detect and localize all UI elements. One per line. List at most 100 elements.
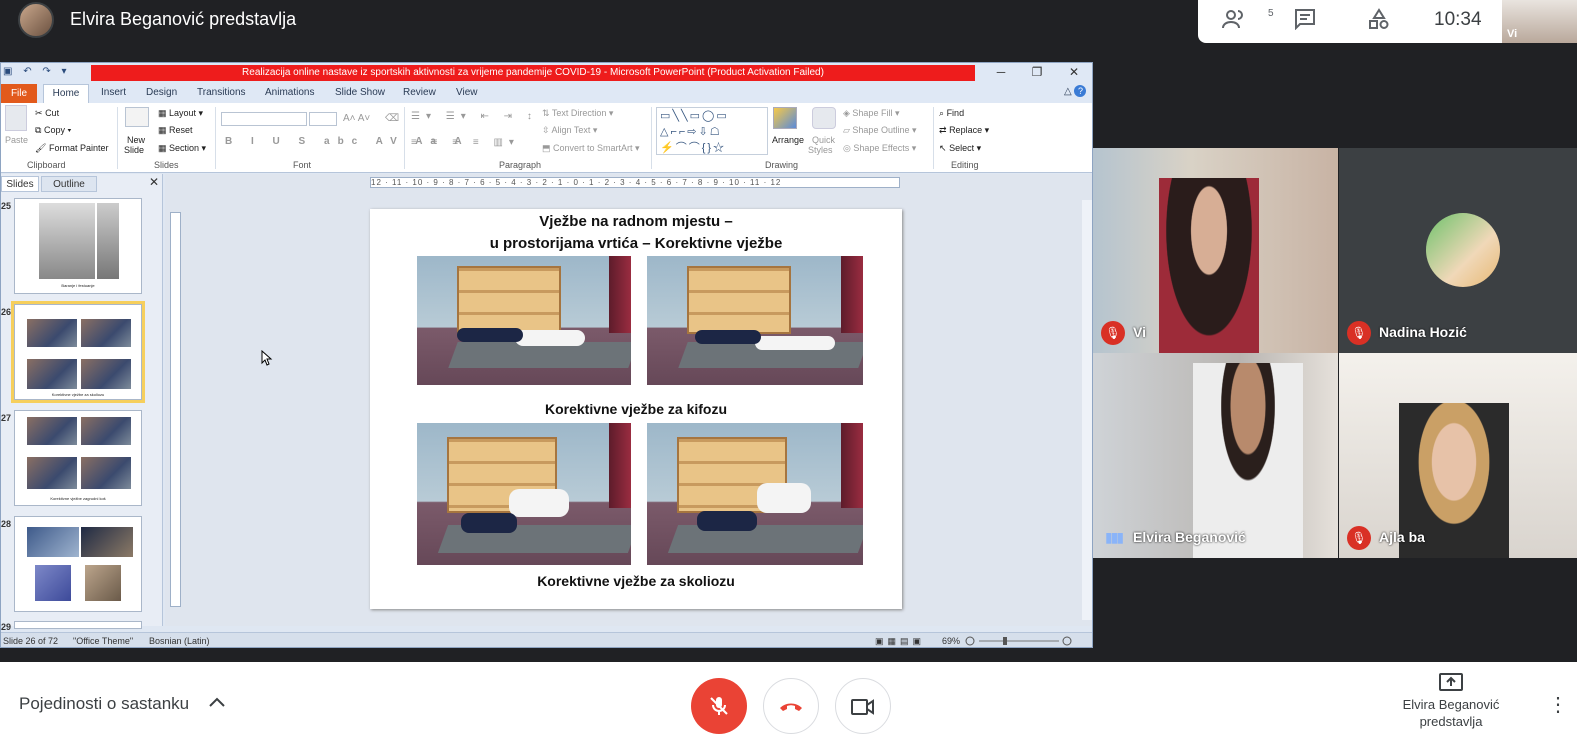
new-slide-label2[interactable]: Slide [124, 145, 144, 155]
speaking-indicator-icon: ▮▮▮ [1105, 529, 1124, 545]
participant-name: Ajla ba [1379, 529, 1425, 545]
ribbon-divider [933, 107, 934, 169]
thumb-caption: Korektivne vježbe za skoliozu [51, 392, 105, 397]
shape-fill-button[interactable]: ◈ Shape Fill ▾ [843, 108, 899, 119]
horizontal-ruler: 12 · 11 · 10 · 9 · 8 · 7 · 6 · 5 · 4 · 3… [370, 177, 900, 188]
meeting-details-button[interactable]: Pojedinosti o sastanku [19, 694, 189, 714]
top-bar: Elvira Beganović predstavlja 5 10:34 Vi [0, 0, 1577, 56]
text-direction-button[interactable]: ⇅ Text Direction ▾ [542, 108, 613, 119]
tab-slide-show[interactable]: Slide Show [335, 87, 385, 98]
shapes-gallery[interactable]: ▭╲╲▭◯▭ △⌐⌐⇨⇩☖ ⚡⌒⌒{}☆ [656, 107, 768, 155]
close-panel-icon[interactable]: ✕ [149, 175, 159, 189]
participant-tile[interactable]: ▮▮▮ Elvira Beganović [1093, 353, 1338, 558]
tab-insert[interactable]: Insert [101, 87, 126, 98]
tab-view[interactable]: View [456, 87, 478, 98]
ribbon-divider [117, 107, 118, 169]
zoom-slider[interactable] [965, 636, 1075, 646]
slide-thumbnail-selected[interactable]: Korektivne vježbe za skoliozu [11, 301, 145, 403]
list-icons[interactable]: ☰▾ ☰▾ ⇤ ⇥ ↕ [411, 111, 538, 122]
slide-thumbnail[interactable] [14, 516, 142, 612]
tab-transitions[interactable]: Transitions [197, 87, 246, 98]
new-slide-label[interactable]: New [127, 135, 145, 145]
video-camera-icon [851, 699, 874, 715]
reset-label: Reset [169, 125, 193, 135]
thumb-number: 29 [1, 622, 12, 632]
brush-icon: 🖌 [35, 143, 47, 153]
find-button[interactable]: ⌕ Find [939, 108, 964, 119]
align-text-button[interactable]: ⇳ Align Text ▾ [542, 125, 597, 136]
present-now-button[interactable]: Elvira Beganović predstavlja [1395, 672, 1507, 730]
tab-home[interactable]: Home [43, 84, 89, 103]
quick-access-toolbar[interactable]: ▣ ↶ ↷ ▾ [3, 66, 71, 77]
people-button[interactable]: 5 [1222, 8, 1274, 34]
self-preview[interactable]: Vi [1502, 0, 1577, 43]
cut-button[interactable]: ✂ Cut [35, 108, 59, 119]
shape-effects-button[interactable]: ◎ Shape Effects ▾ [843, 143, 916, 154]
arrange-button[interactable]: Arrange [772, 135, 804, 145]
slide-thumbnail[interactable]: Korektivne vježbe zagrudni koš [14, 410, 142, 506]
format-painter-button[interactable]: 🖌 Format Painter [35, 143, 108, 154]
participant-tile[interactable]: 🎙 Vi [1093, 148, 1338, 353]
convert-smartart-button[interactable]: ⬒ Convert to SmartArt ▾ [542, 143, 640, 154]
activities-button[interactable] [1368, 8, 1390, 34]
align-icons[interactable]: ≡ ≡ ≡ ≡ ▥▾ [411, 137, 520, 148]
replace-button[interactable]: ⇄ Replace ▾ [939, 125, 989, 136]
status-bar: Slide 26 of 72 "Office Theme" Bosnian (L… [1, 632, 1092, 647]
minimize-icon[interactable]: ─ [986, 65, 1016, 79]
ribbon-tabs: File Home Insert Design Transitions Anim… [1, 83, 1092, 103]
tab-outline[interactable]: Outline [41, 176, 97, 192]
select-button[interactable]: ↖ Select ▾ [939, 143, 981, 154]
shape-effects-label: Shape Effects [853, 143, 910, 153]
participant-tile[interactable]: 🎙 Nadina Hozić [1339, 148, 1577, 353]
shape-outline-button[interactable]: ▱ Shape Outline ▾ [843, 125, 917, 136]
slide-thumbnail[interactable] [14, 621, 142, 629]
tab-animations[interactable]: Animations [265, 87, 314, 98]
chat-button[interactable] [1294, 8, 1316, 34]
copy-button[interactable]: ⧉ Copy ▾ [35, 125, 71, 136]
ppt-window-title: Realizacija online nastave iz sportskih … [91, 65, 975, 81]
hang-up-icon [780, 703, 802, 711]
quick-styles-icon[interactable] [812, 107, 836, 129]
exercise-photo [417, 256, 631, 385]
ribbon-divider [651, 107, 652, 169]
mic-toggle-button[interactable] [691, 678, 747, 734]
font-name-input[interactable] [221, 112, 307, 126]
chat-icon [1295, 9, 1315, 31]
slide-thumbnail[interactable]: Baranje i festuanje [14, 198, 142, 294]
slides-panel-scrollbar[interactable] [147, 194, 159, 624]
arrange-icon[interactable] [773, 107, 797, 129]
editor-scrollbar[interactable] [1082, 200, 1092, 620]
paste-button[interactable]: Paste [5, 135, 28, 145]
camera-toggle-button[interactable] [835, 678, 891, 734]
quick-styles-label2[interactable]: Styles [808, 145, 833, 155]
reset-button[interactable]: ▦ Reset [158, 125, 193, 136]
current-slide[interactable]: Vježbe na radnom mjestu – u prostorijama… [370, 209, 902, 609]
quick-styles-label[interactable]: Quick [812, 135, 835, 145]
thumb-photo [27, 527, 79, 557]
participant-tile[interactable]: 🎙 Ajla ba [1339, 353, 1577, 558]
exercise-photo [647, 256, 863, 385]
restore-icon[interactable]: ❐ [1022, 65, 1052, 79]
new-slide-icon[interactable] [125, 107, 149, 127]
chevron-up-icon[interactable] [208, 692, 226, 713]
layout-button[interactable]: ▦ Layout ▾ [158, 108, 203, 119]
grow-font-icon[interactable]: A˄ A˅ [343, 113, 370, 124]
help-icon[interactable]: △ ? [1064, 85, 1087, 97]
thumb-photo [81, 319, 131, 347]
tab-review[interactable]: Review [403, 87, 436, 98]
tab-slides[interactable]: Slides [1, 176, 39, 192]
font-size-input[interactable] [309, 112, 337, 126]
top-right-panel: 5 10:34 Vi [1198, 0, 1577, 43]
thumb-photo [27, 359, 77, 389]
clear-format-icon[interactable]: ⌫ [385, 113, 399, 124]
replace-icon: ⇄ [939, 125, 947, 135]
more-options-icon[interactable]: ⋮ [1548, 692, 1568, 717]
tab-design[interactable]: Design [146, 87, 177, 98]
tab-file[interactable]: File [1, 84, 37, 103]
end-call-button[interactable] [763, 678, 819, 734]
editing-group-label: Editing [951, 160, 979, 170]
section-button[interactable]: ▦ Section ▾ [158, 143, 206, 154]
paste-icon[interactable] [5, 105, 27, 131]
view-buttons[interactable]: ▣▦▤▣ [875, 636, 925, 647]
close-icon[interactable]: ✕ [1059, 65, 1089, 79]
